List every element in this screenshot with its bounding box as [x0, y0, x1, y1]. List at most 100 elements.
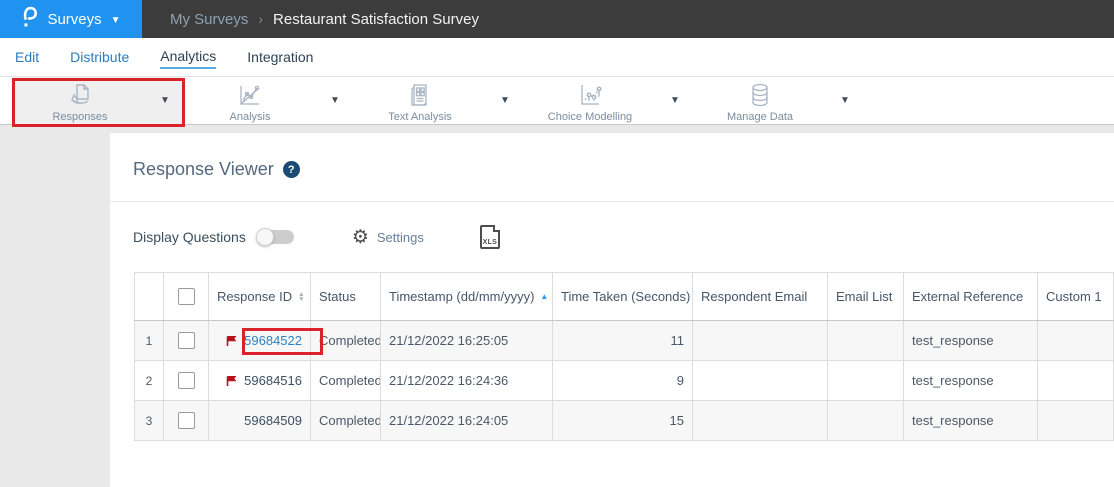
- responses-icon: [66, 81, 94, 109]
- toolbar-group-responses: Responses ▼: [12, 77, 182, 124]
- header-respondent-email: Respondent Email: [693, 273, 828, 321]
- select-all-checkbox[interactable]: [178, 288, 195, 305]
- cell-timestamp: 21/12/2022 16:24:05: [381, 401, 553, 441]
- cell-status: Completed: [311, 361, 381, 401]
- breadcrumb-survey-title: Restaurant Satisfaction Survey: [273, 11, 479, 28]
- cell-custom-1: [1038, 361, 1114, 401]
- table-row: 1 59684522 Completed 21/12/2022 16:25:05…: [135, 321, 1114, 361]
- text-analysis-button[interactable]: Text Analysis: [352, 77, 488, 124]
- cell-response-id: 59684516: [209, 361, 311, 401]
- header-time-taken[interactable]: Time Taken (Seconds) ▲▼: [553, 273, 693, 321]
- responses-button[interactable]: Responses: [12, 77, 148, 124]
- toggle-knob: [256, 228, 274, 246]
- surveys-menu-label: Surveys: [47, 11, 101, 28]
- sort-icon-timestamp-asc[interactable]: ▲: [540, 292, 548, 301]
- survey-nav-tabs: Edit Distribute Analytics Integration: [0, 38, 1114, 76]
- cell-response-id: 59684522: [209, 321, 311, 361]
- cell-respondent-email: [693, 321, 828, 361]
- surveys-dropdown-caret: ▼: [111, 15, 121, 26]
- breadcrumb-separator: ›: [258, 11, 263, 27]
- cell-status: Completed: [311, 321, 381, 361]
- tab-distribute[interactable]: Distribute: [70, 46, 129, 68]
- responses-table: Response ID ▲▼ Status Timestamp (dd/mm/y…: [134, 272, 1114, 441]
- toolbar-group-analysis: Analysis ▼: [182, 77, 352, 124]
- choice-modelling-dropdown-caret[interactable]: ▼: [658, 77, 692, 124]
- questionpro-logo-icon: [21, 5, 38, 34]
- cell-select: [164, 401, 209, 441]
- sort-icon-response-id[interactable]: ▲▼: [298, 292, 304, 302]
- help-icon[interactable]: ?: [283, 161, 300, 178]
- responses-dropdown-caret[interactable]: ▼: [148, 77, 182, 124]
- viewer-controls: Display Questions ⚙ Settings XLS: [110, 202, 1114, 249]
- cell-custom-1: [1038, 321, 1114, 361]
- row-checkbox[interactable]: [178, 412, 195, 429]
- cell-time-taken: 15: [553, 401, 693, 441]
- manage-data-icon: [746, 81, 774, 109]
- response-id-link[interactable]: 59684522: [244, 333, 302, 348]
- cell-external-reference: test_response: [904, 361, 1038, 401]
- analysis-button[interactable]: Analysis: [182, 77, 318, 124]
- analysis-icon: [236, 81, 264, 109]
- cell-email-list: [828, 401, 904, 441]
- xls-export-icon[interactable]: XLS: [480, 225, 500, 249]
- display-questions-label: Display Questions: [133, 229, 246, 245]
- settings-button[interactable]: Settings: [377, 230, 424, 245]
- header-timestamp[interactable]: Timestamp (dd/mm/yyyy) ▲: [381, 273, 553, 321]
- cell-email-list: [828, 321, 904, 361]
- header-email-list: Email List: [828, 273, 904, 321]
- page-title: Response Viewer: [133, 159, 274, 180]
- responses-label: Responses: [52, 111, 107, 123]
- manage-data-button[interactable]: Manage Data: [692, 77, 828, 124]
- cell-external-reference: test_response: [904, 321, 1038, 361]
- row-checkbox[interactable]: [178, 332, 195, 349]
- header-select-all: [164, 273, 209, 321]
- cell-time-taken: 9: [553, 361, 693, 401]
- xls-fold-corner: [493, 225, 500, 232]
- row-checkbox[interactable]: [178, 372, 195, 389]
- manage-data-dropdown-caret[interactable]: ▼: [828, 77, 862, 124]
- manage-data-label: Manage Data: [727, 111, 793, 123]
- top-header-bar: Surveys ▼ My Surveys › Restaurant Satisf…: [0, 0, 1114, 38]
- cell-timestamp: 21/12/2022 16:25:05: [381, 321, 553, 361]
- cell-respondent-email: [693, 401, 828, 441]
- analysis-dropdown-caret[interactable]: ▼: [318, 77, 352, 124]
- cell-row-number: 3: [135, 401, 164, 441]
- cell-select: [164, 361, 209, 401]
- cell-respondent-email: [693, 361, 828, 401]
- toolbar-group-manage-data: Manage Data ▼: [692, 77, 862, 124]
- header-custom-1: Custom 1: [1038, 273, 1114, 321]
- breadcrumb-my-surveys[interactable]: My Surveys: [170, 11, 248, 28]
- toolbar-group-text-analysis: Text Analysis ▼: [352, 77, 522, 124]
- response-viewer-panel: Response Viewer ? Display Questions ⚙ Se…: [110, 133, 1114, 487]
- tab-analytics[interactable]: Analytics: [160, 45, 216, 69]
- text-analysis-dropdown-caret[interactable]: ▼: [488, 77, 522, 124]
- text-analysis-icon: [406, 81, 434, 109]
- surveys-menu-button[interactable]: Surveys ▼: [0, 0, 142, 38]
- table-row: 2 59684516 Completed 21/12/2022 16:24:36…: [135, 361, 1114, 401]
- response-id-link[interactable]: 59684516: [244, 373, 302, 388]
- header-response-id[interactable]: Response ID ▲▼: [209, 273, 311, 321]
- flag-icon: [225, 375, 238, 387]
- toolbar-group-choice-modelling: Choice Modelling ▼: [522, 77, 692, 124]
- choice-modelling-button[interactable]: Choice Modelling: [522, 77, 658, 124]
- display-questions-toggle[interactable]: [258, 230, 294, 244]
- analysis-label: Analysis: [230, 111, 271, 123]
- header-row-number: [135, 273, 164, 321]
- cell-time-taken: 11: [553, 321, 693, 361]
- table-header-row: Response ID ▲▼ Status Timestamp (dd/mm/y…: [135, 273, 1114, 321]
- cell-response-id: 59684509: [209, 401, 311, 441]
- header-status: Status: [311, 273, 381, 321]
- cell-email-list: [828, 361, 904, 401]
- cell-custom-1: [1038, 401, 1114, 441]
- header-external-reference: External Reference: [904, 273, 1038, 321]
- cell-timestamp: 21/12/2022 16:24:36: [381, 361, 553, 401]
- cell-status: Completed: [311, 401, 381, 441]
- choice-modelling-icon: [576, 81, 604, 109]
- flag-icon: [225, 335, 238, 347]
- tab-edit[interactable]: Edit: [15, 46, 39, 68]
- gear-icon[interactable]: ⚙: [352, 228, 369, 247]
- choice-modelling-label: Choice Modelling: [548, 111, 632, 123]
- cell-row-number: 1: [135, 321, 164, 361]
- tab-integration[interactable]: Integration: [247, 46, 313, 68]
- response-id-link[interactable]: 59684509: [244, 413, 302, 428]
